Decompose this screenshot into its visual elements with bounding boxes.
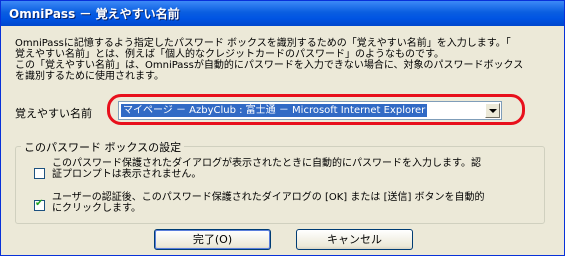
- settings-group-title: このパスワード ボックスの設定: [21, 139, 185, 155]
- auto-fill-option-label[interactable]: このパスワード保護されたダイアログが表示されたときに自動的にパスワードを入力しま…: [52, 158, 522, 180]
- auto-fill-checkbox[interactable]: [34, 168, 45, 179]
- title-bar[interactable]: OmniPass － 覚えやすい名前: [1, 1, 564, 26]
- window-title: OmniPass － 覚えやすい名前: [9, 7, 180, 21]
- red-highlight-ellipse: [107, 94, 525, 125]
- option-text-line: にクリックします。: [52, 203, 141, 214]
- auto-click-option-label[interactable]: ユーザーの認証後、このパスワード保護されたダイアログの [OK] または [送信…: [52, 192, 522, 214]
- option-text-line: 証プロンプトは表示されません。: [52, 169, 202, 180]
- auto-click-checkbox[interactable]: ✔: [34, 198, 45, 211]
- checkmark-icon: ✔: [35, 198, 44, 209]
- description-line: を識別するために使用されます。: [15, 71, 164, 82]
- finish-button[interactable]: 完了(O): [154, 229, 271, 250]
- cancel-button[interactable]: キャンセル: [296, 229, 413, 250]
- option-text-line: ユーザーの認証後、このパスワード保護されたダイアログの [OK] または [送信…: [52, 192, 485, 203]
- description-text: OmniPassに記憶するよう指定したパスワード ボックスを識別するための「覚え…: [15, 38, 550, 82]
- description-line: この「覚えやすい名前」は、OmniPassが自動的にパスワードを入力できない場合…: [15, 60, 524, 71]
- option-text-line: このパスワード保護されたダイアログが表示されたときに自動的にパスワードを入力しま…: [52, 158, 481, 169]
- description-line: OmniPassに記憶するよう指定したパスワード ボックスを識別するための「覚え…: [15, 38, 511, 49]
- friendly-name-label: 覚えやすい名前: [15, 107, 92, 120]
- description-line: 覚えやすい名前」とは、例えば「個人的なクレジットカードのパスワード」のようなもの…: [15, 49, 444, 60]
